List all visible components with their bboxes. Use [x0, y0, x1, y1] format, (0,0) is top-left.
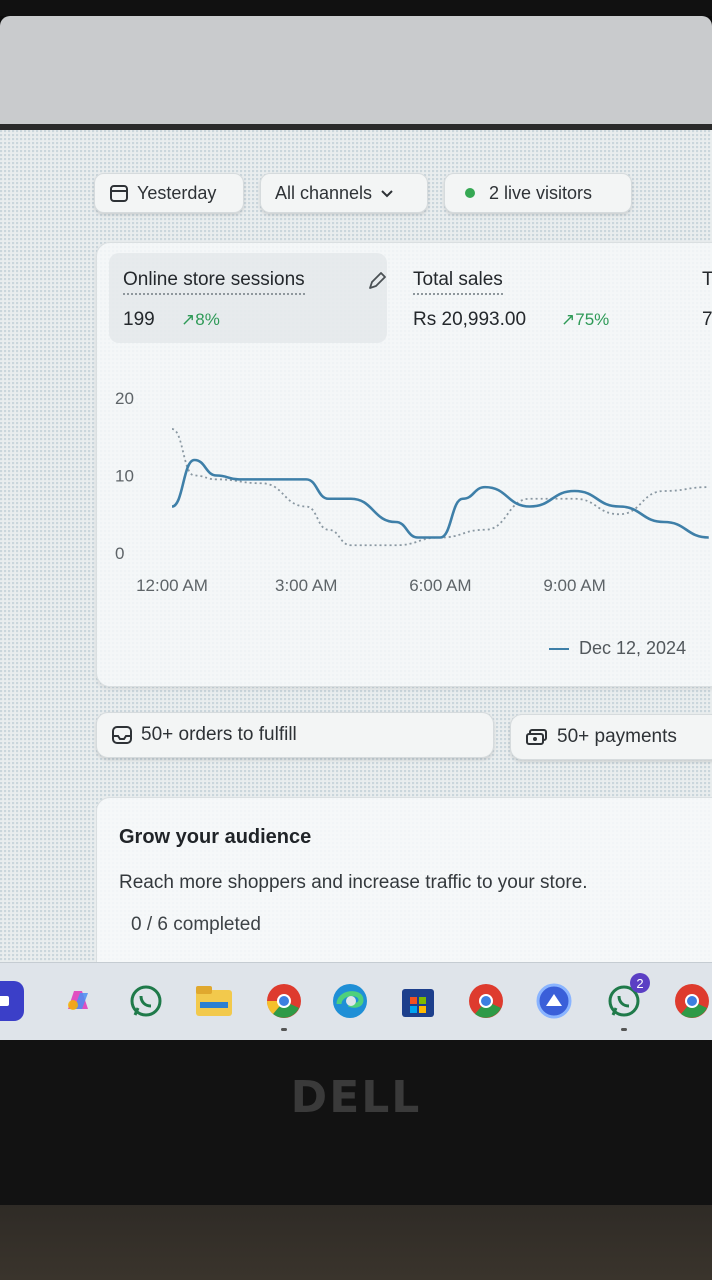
y-tick-label: 10	[115, 467, 134, 486]
sessions-chart: 20 10 0 12:00 AM 3:00 AM 6:00 AM 9:00 AM	[115, 389, 709, 595]
series-line-comparison	[171, 428, 709, 547]
x-tick-label: 12:00 AM	[136, 576, 208, 595]
channel-filter-label: All channels	[275, 182, 373, 203]
date-range-label: Yesterday	[137, 182, 217, 203]
orders-to-fulfill-button[interactable]: 50+ orders to fulfill	[96, 712, 494, 758]
analytics-card: Online store sessions 199 ↗8% Total sale…	[96, 242, 712, 687]
next-metric-title[interactable]: T	[702, 269, 712, 291]
desk-surface	[0, 1205, 712, 1280]
next-metric-value: 7	[702, 309, 712, 330]
chrome-icon-2[interactable]	[672, 981, 712, 1021]
live-status-dot	[465, 188, 475, 198]
grow-title: Grow your audience	[119, 826, 312, 848]
laptop-screen: Yesterday All channels 2 live visitors O…	[0, 130, 712, 962]
sessions-metric-tile[interactable]: Online store sessions 199 ↗8%	[109, 253, 387, 343]
legend-swatch	[549, 647, 569, 650]
calendar-icon	[110, 185, 128, 202]
windows-taskbar: 2	[0, 962, 712, 1040]
inbox-icon	[112, 726, 132, 744]
orders-label: 50+ orders to fulfill	[141, 724, 297, 745]
photo-top-edge	[0, 0, 712, 16]
chevron-down-icon	[381, 190, 393, 198]
live-visitors-button[interactable]: 2 live visitors	[444, 173, 632, 213]
pencil-icon[interactable]	[365, 269, 389, 293]
sales-change: ↗75%	[561, 310, 610, 329]
notification-badge: 2	[630, 973, 650, 993]
y-tick-label: 0	[115, 544, 124, 563]
x-tick-label: 6:00 AM	[409, 576, 471, 595]
date-range-button[interactable]: Yesterday	[94, 173, 244, 213]
microsoft-store-icon[interactable]	[398, 981, 438, 1021]
grow-description: Reach more shoppers and increase traffic…	[119, 872, 588, 893]
live-visitors-label: 2 live visitors	[489, 182, 593, 203]
x-tick-label: 9:00 AM	[543, 576, 605, 595]
channel-filter-button[interactable]: All channels	[260, 173, 428, 213]
teams-icon[interactable]	[0, 981, 24, 1021]
photos-icon[interactable]	[534, 981, 574, 1021]
sales-title[interactable]: Total sales	[413, 269, 503, 295]
legend-label: Dec 12, 2024	[579, 638, 687, 658]
payments-button[interactable]: 50+ payments	[510, 714, 712, 760]
payments-label: 50+ payments	[557, 726, 677, 747]
series-line-current	[171, 458, 709, 539]
chart-legend: Dec 12, 2024	[549, 638, 686, 659]
file-explorer-icon[interactable]	[194, 981, 234, 1021]
sessions-title: Online store sessions	[123, 269, 305, 295]
running-indicator	[281, 1028, 287, 1031]
copilot-icon[interactable]	[58, 981, 98, 1021]
grow-progress: 0 / 6 completed	[131, 914, 261, 935]
running-indicator	[621, 1028, 627, 1031]
y-tick-label: 20	[115, 389, 134, 408]
dell-logo: DELL	[290, 1072, 422, 1123]
sessions-value: 199	[123, 309, 155, 330]
sessions-change: ↗8%	[181, 310, 220, 329]
grow-audience-card[interactable]: Grow your audience Reach more shoppers a…	[96, 797, 712, 962]
edge-icon[interactable]	[330, 981, 370, 1021]
sales-value: Rs 20,993.00	[413, 309, 527, 330]
whatsapp-notification-icon[interactable]: 2	[604, 973, 650, 1031]
chrome-profile-icon[interactable]	[466, 981, 506, 1021]
x-tick-label: 3:00 AM	[275, 576, 337, 595]
cash-icon	[526, 729, 547, 745]
chrome-icon[interactable]	[264, 981, 304, 1031]
whatsapp-icon[interactable]	[126, 981, 166, 1021]
laptop-top-bezel	[0, 16, 712, 128]
